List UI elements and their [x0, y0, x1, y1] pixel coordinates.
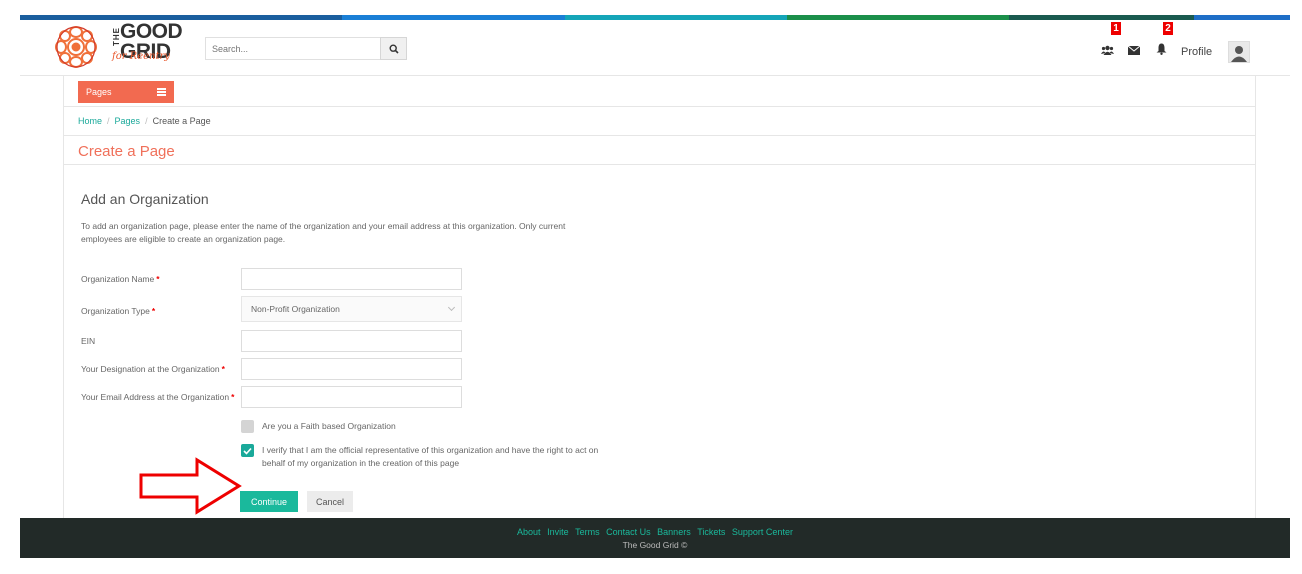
logo-good: GOOD	[120, 20, 183, 43]
verify-checkbox[interactable]	[241, 444, 254, 457]
footer-link-invite[interactable]: Invite	[547, 527, 569, 537]
designation-label: Your Designation at the Organization *	[81, 364, 225, 374]
users-icon	[1100, 45, 1114, 55]
breadcrumb: Home / Pages / Create a Page	[78, 116, 211, 126]
designation-row: Your Designation at the Organization *	[81, 358, 481, 380]
required-mark: *	[221, 364, 225, 374]
org-type-select[interactable]: Non-Profit Organization	[241, 296, 462, 322]
groups-button[interactable]	[1100, 43, 1114, 57]
cancel-button[interactable]: Cancel	[307, 491, 353, 512]
search-button[interactable]	[380, 37, 407, 60]
intro-text: To add an organization page, please ente…	[81, 221, 566, 244]
ein-input[interactable]	[241, 330, 462, 352]
footer-link-contact[interactable]: Contact Us	[606, 527, 651, 537]
menu-icon	[157, 88, 166, 96]
ein-row: EIN	[81, 330, 481, 352]
footer-links: About Invite Terms Contact Us Banners Ti…	[20, 518, 1290, 537]
search-icon	[388, 43, 399, 54]
pages-menu-label: Pages	[86, 87, 112, 97]
org-type-value: Non-Profit Organization	[251, 304, 340, 314]
site-footer: About Invite Terms Contact Us Banners Ti…	[20, 518, 1290, 558]
section-title: Add an Organization	[81, 191, 209, 207]
page-title: Create a Page	[78, 143, 175, 160]
footer-link-banners[interactable]: Banners	[657, 527, 691, 537]
email-row: Your Email Address at the Organization *	[81, 386, 481, 408]
continue-button[interactable]: Continue	[240, 491, 298, 512]
site-logo[interactable]: THE GOOD GRID for Reentry	[50, 20, 200, 76]
user-avatar-icon	[1231, 46, 1247, 62]
app-frame: THE GOOD GRID for Reentry Search... 1 2 …	[20, 15, 1290, 558]
envelope-icon	[1128, 45, 1140, 55]
divider	[64, 106, 1255, 107]
notifications-button[interactable]	[1154, 42, 1168, 56]
divider	[64, 164, 1255, 165]
org-name-label: Organization Name *	[81, 274, 160, 284]
ein-label: EIN	[81, 336, 96, 346]
org-type-label: Organization Type *	[81, 306, 155, 316]
avatar[interactable]	[1228, 41, 1250, 63]
profile-link[interactable]: Profile	[1181, 46, 1212, 58]
org-name-label-text: Organization Name	[81, 274, 155, 284]
search-bar	[205, 37, 407, 60]
divider	[64, 135, 1255, 136]
breadcrumb-home[interactable]: Home	[78, 116, 102, 126]
faith-checkbox[interactable]	[241, 420, 254, 433]
footer-link-tickets[interactable]: Tickets	[697, 527, 725, 537]
org-name-input[interactable]	[241, 268, 462, 290]
email-input[interactable]	[241, 386, 462, 408]
required-mark: *	[151, 306, 156, 316]
required-mark: *	[156, 274, 160, 284]
breadcrumb-separator: /	[107, 116, 110, 126]
pages-menu-button[interactable]: Pages	[78, 81, 174, 103]
breadcrumb-current: Create a Page	[152, 116, 211, 126]
faith-label: Are you a Faith based Organization	[262, 421, 396, 431]
copyright: The Good Grid ©	[622, 540, 688, 550]
verify-check-row: I verify that I am the official represen…	[241, 444, 621, 470]
main-content: Pages Home / Pages / Create a Page Create a …	[63, 76, 1256, 530]
email-label: Your Email Address at the Organization *	[81, 392, 234, 402]
breadcrumb-separator: /	[145, 116, 148, 126]
breadcrumb-pages[interactable]: Pages	[115, 116, 141, 126]
checkmark-icon	[243, 447, 252, 455]
org-type-label-text: Organization Type	[81, 306, 150, 316]
messages-button[interactable]	[1127, 43, 1141, 57]
footer-link-support[interactable]: Support Center	[732, 527, 793, 537]
chevron-down-icon	[447, 303, 456, 312]
site-header: THE GOOD GRID for Reentry Search... 1 2 …	[20, 20, 1290, 76]
org-name-row: Organization Name *	[81, 268, 481, 290]
pointer-arrow-icon	[139, 457, 242, 515]
designation-label-text: Your Designation at the Organization	[81, 364, 220, 374]
search-input[interactable]	[205, 37, 380, 60]
logo-tagline: for Reentry	[112, 51, 170, 62]
faith-check-row: Are you a Faith based Organization	[241, 420, 396, 433]
footer-link-terms[interactable]: Terms	[575, 527, 600, 537]
groups-badge: 1	[1111, 22, 1121, 35]
required-mark: *	[231, 392, 235, 402]
verify-label: I verify that I am the official represen…	[262, 445, 599, 468]
footer-link-about[interactable]: About	[517, 527, 541, 537]
org-type-row: Organization Type * Non-Profit Organizati…	[81, 296, 481, 322]
designation-input[interactable]	[241, 358, 462, 380]
email-label-text: Your Email Address at the Organization	[81, 392, 230, 402]
logo-gear-icon	[55, 26, 97, 68]
notifications-badge: 2	[1163, 22, 1173, 35]
bell-icon	[1156, 43, 1166, 55]
